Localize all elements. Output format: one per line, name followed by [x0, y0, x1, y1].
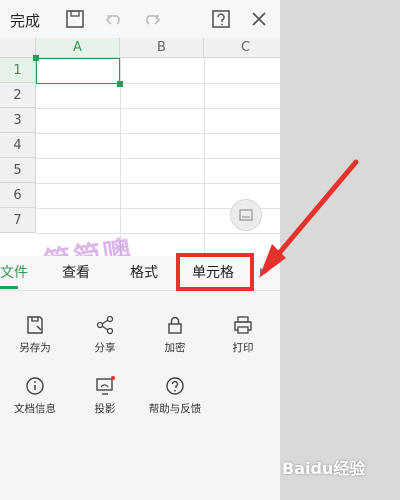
- baidu-watermark: Baidu经验: [282, 459, 366, 478]
- annotation-arrow: [259, 159, 359, 278]
